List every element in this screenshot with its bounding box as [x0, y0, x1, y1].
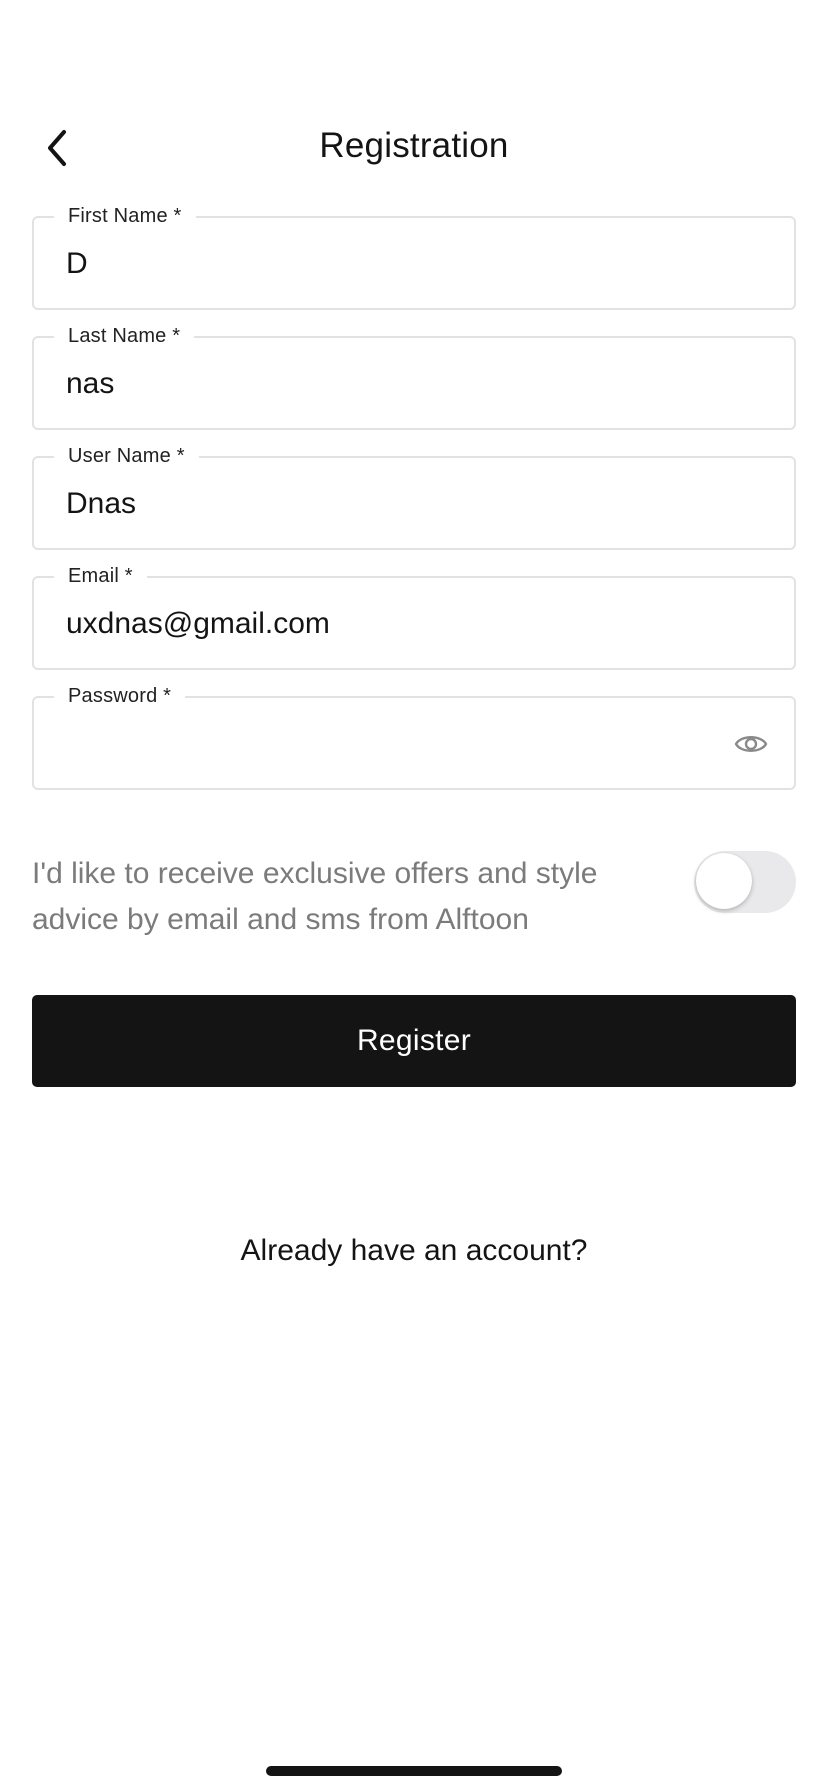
last-name-input[interactable] — [66, 362, 726, 406]
user-name-label: User Name * — [54, 443, 199, 469]
home-indicator — [266, 1766, 562, 1776]
email-field[interactable]: Email * — [32, 563, 796, 670]
first-name-field[interactable]: First Name * — [32, 203, 796, 310]
email-input[interactable] — [66, 602, 726, 646]
login-link[interactable]: Already have an account? — [0, 1234, 828, 1268]
marketing-toggle[interactable] — [694, 851, 796, 913]
page-title: Registration — [319, 126, 509, 165]
password-field[interactable]: Password * — [32, 683, 796, 790]
user-name-field[interactable]: User Name * — [32, 443, 796, 550]
toggle-knob — [696, 853, 752, 909]
email-label: Email * — [54, 563, 147, 589]
last-name-label: Last Name * — [54, 323, 195, 349]
register-button[interactable]: Register — [32, 995, 796, 1087]
show-password-button[interactable] — [734, 727, 768, 761]
first-name-input[interactable] — [66, 242, 726, 286]
password-input[interactable] — [66, 722, 666, 766]
opt-in-text: I'd like to receive exclusive offers and… — [32, 857, 598, 936]
header: Registration — [0, 106, 828, 186]
last-name-field[interactable]: Last Name * — [32, 323, 796, 430]
user-name-input[interactable] — [66, 482, 726, 526]
password-label: Password * — [54, 683, 186, 709]
marketing-opt-in: I'd like to receive exclusive offers and… — [32, 851, 796, 951]
eye-icon — [734, 736, 768, 752]
first-name-label: First Name * — [54, 203, 196, 229]
